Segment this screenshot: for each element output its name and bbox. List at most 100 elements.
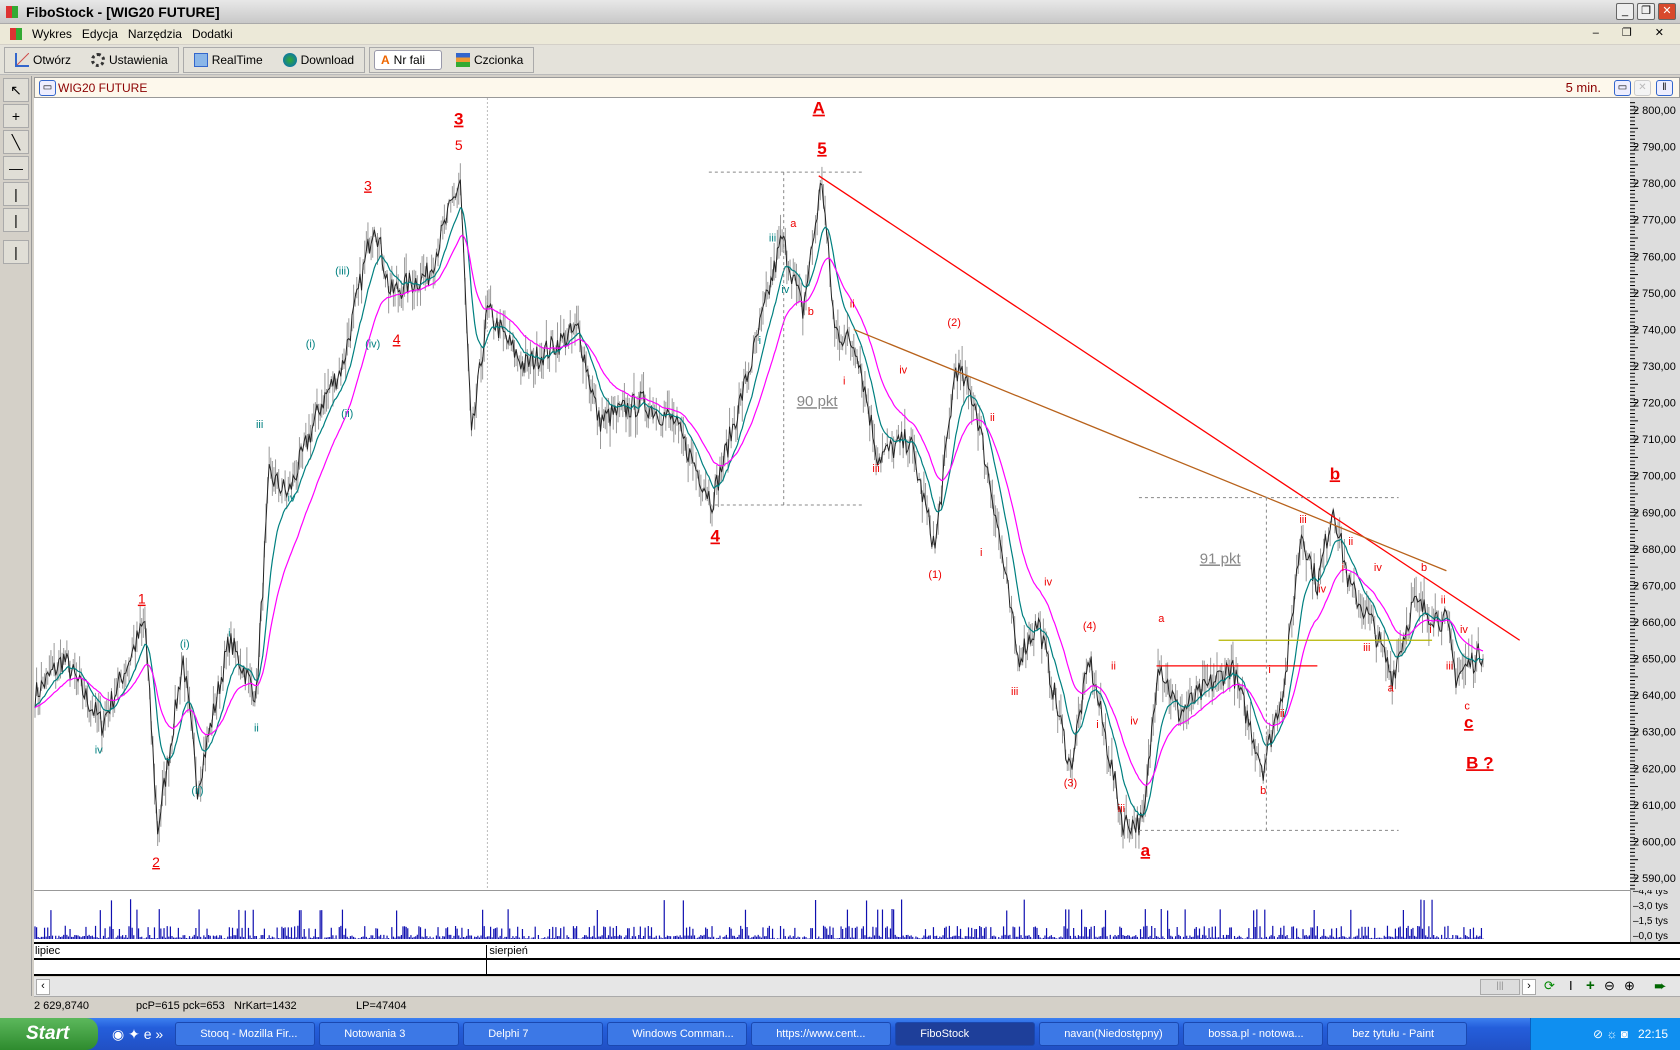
taskbar-item[interactable]: Stooq - Mozilla Fir... [175, 1022, 316, 1046]
wave-label: iv [781, 284, 789, 296]
wave-label: iii [769, 233, 776, 245]
zoom-in-icon[interactable]: ⊕ [1624, 978, 1635, 994]
wave-label: (4) [1083, 620, 1096, 632]
vertical-line-tool-3[interactable]: | [3, 240, 29, 264]
font-label: Czcionka [474, 52, 524, 67]
quicklaunch-icons[interactable]: ◉ ✦ e » [112, 1026, 163, 1043]
chart-maximize-button[interactable]: ▭ [1614, 80, 1631, 96]
tray-icons[interactable]: ⊘ ☼ ◙ [1593, 1027, 1628, 1041]
pin-icon[interactable]: ‖ [1656, 80, 1673, 96]
trendline-main-downtrend [818, 175, 1521, 641]
taskbar-item[interactable]: Windows Comman... [607, 1022, 748, 1046]
wave-label: iv [95, 745, 103, 757]
scroll-thumb[interactable]: ||| [1480, 979, 1520, 995]
cursor-icon[interactable]: I [1569, 978, 1573, 993]
font-button[interactable]: Czcionka [450, 51, 529, 69]
wave-number-button[interactable]: A Nr fali [374, 49, 442, 70]
close-button[interactable]: ✕ [1658, 3, 1676, 20]
scroll-right-button[interactable]: › [1522, 979, 1536, 995]
horizontal-scrollbar[interactable]: ‹ ||| › ⟳ I + ⊖ ⊕ ➨ [34, 977, 1680, 997]
pointer-tool[interactable]: ↖ [3, 78, 29, 102]
interval-label: 5 min. [1565, 80, 1601, 95]
window-icon[interactable]: ▭ [39, 79, 56, 96]
vertical-line-tool[interactable]: | [3, 182, 29, 206]
price-tick-label: 2 670,00 [1633, 580, 1676, 592]
taskbar-item[interactable]: bez tytułu - Paint [1327, 1022, 1468, 1046]
taskbar-item[interactable]: Delphi 7 [463, 1022, 604, 1046]
start-button[interactable]: Start [0, 1018, 98, 1050]
wave-label: 1 [138, 591, 146, 607]
wave-label: (i) [306, 339, 316, 351]
wave-label: iii [1118, 803, 1125, 815]
ma-long-line [34, 234, 1484, 786]
menu-edycja[interactable]: Edycja [82, 27, 118, 41]
status-bar: 2 629,8740 pcP=615 pck=653 NrKart=1432 L… [34, 998, 1680, 1016]
settings-label: Ustawienia [109, 52, 168, 67]
realtime-icon [193, 52, 208, 67]
crosshair-tool[interactable]: + [3, 104, 29, 128]
maximize-button[interactable]: ❐ [1637, 3, 1655, 20]
scroll-end-icon[interactable]: ➨ [1654, 977, 1667, 995]
wave-label: (ii) [341, 408, 353, 420]
month-label-august: sierpień [486, 945, 528, 975]
wave-label: i [1429, 624, 1431, 636]
realtime-button[interactable]: RealTime [188, 51, 269, 69]
wave-label: 3 [454, 110, 463, 129]
menu-dodatki[interactable]: Dodatki [192, 27, 233, 41]
taskbar-item[interactable]: FiboStock [895, 1022, 1036, 1046]
download-button[interactable]: Download [277, 51, 360, 69]
mdi-window-controls[interactable]: – ❐ ✕ [1593, 26, 1674, 39]
wave-label: ii [1280, 708, 1285, 720]
volume-tick-label: –3,0 tys [1633, 901, 1668, 912]
wave-label: (iii) [335, 266, 350, 278]
horizontal-line-tool[interactable]: — [3, 156, 29, 180]
chart-close-button[interactable]: ✕ [1634, 80, 1651, 96]
wave-label: i [1268, 664, 1270, 676]
scroll-left-button[interactable]: ‹ [36, 979, 50, 995]
settings-button[interactable]: Ustawienia [85, 51, 174, 69]
open-label: Otwórz [33, 52, 72, 67]
wave-label: a [1141, 841, 1151, 860]
measure-label: 90 pkt [797, 393, 839, 410]
wave-label: (ii) [191, 785, 203, 797]
menu-wykres[interactable]: Wykres [32, 27, 72, 41]
price-axis[interactable]: 2 800,00 2 790,00 2 780,00 2 770,00 2 760,00… [1630, 98, 1680, 897]
price-tick-label: 2 750,00 [1633, 288, 1676, 300]
wave-label: iii [872, 463, 879, 475]
open-button[interactable]: Otwórz [9, 51, 77, 69]
price-tick-label: 2 780,00 [1633, 178, 1676, 190]
taskbar-item[interactable]: Notowania 3 [319, 1022, 460, 1046]
price-chart[interactable]: 90 pkt 91 pkt 3 5 A 5 4 1 2 3 4 b a c B ? (1) (2) (3) (4) (… [34, 98, 1630, 890]
toolbar: Otwórz Ustawienia RealTime Download A Nr … [0, 45, 1680, 75]
add-icon[interactable]: + [1586, 977, 1595, 994]
taskbar-item[interactable]: bossa.pl - notowa... [1183, 1022, 1324, 1046]
trendline-tool[interactable]: ╲ [3, 130, 29, 154]
minimize-button[interactable]: _ [1616, 3, 1634, 20]
gear-icon [91, 52, 106, 67]
price-tick-label: 2 620,00 [1633, 763, 1676, 775]
wave-label: iv [899, 364, 907, 376]
vertical-line-tool-2[interactable]: | [3, 208, 29, 232]
taskbar-item[interactable]: https://www.cent... [751, 1022, 892, 1046]
price-tick-label: 2 610,00 [1633, 800, 1676, 812]
zoom-out-icon[interactable]: ⊖ [1604, 978, 1615, 994]
globe-download-icon [282, 52, 297, 67]
wave-label: A [813, 99, 825, 118]
refresh-icon[interactable]: ⟳ [1544, 978, 1555, 994]
volume-tick-label: –1,5 tys [1633, 916, 1668, 927]
month-label-july: lipiec [35, 945, 61, 957]
wave-label: c [1464, 701, 1470, 713]
volume-chart [34, 890, 1630, 942]
wave-label: 4 [393, 331, 401, 347]
menu-narzedzia[interactable]: Narzędzia [128, 27, 182, 41]
font-icon [456, 52, 470, 67]
wave-label: b [1421, 562, 1427, 574]
taskbar-item[interactable]: navan(Niedostępny) [1039, 1022, 1180, 1046]
wave-label: ii [990, 412, 995, 424]
wave-icon: A [381, 52, 390, 67]
drawing-tools: ↖ + ╲ — | | | [0, 76, 32, 996]
wave-label: (2) [947, 317, 960, 329]
wave-label: iv [1318, 584, 1326, 596]
volume-bars [34, 899, 1484, 939]
wave-label: iii [256, 419, 263, 431]
